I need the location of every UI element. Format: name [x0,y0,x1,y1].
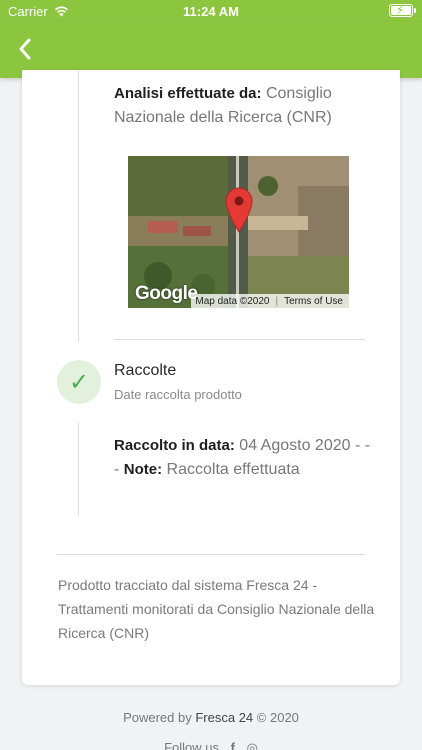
copyright: © 2020 [256,710,299,725]
step-title: Raccolte [114,362,177,379]
follow-us: Follow us f ◎ [0,740,422,750]
analysis-label: Analisi effettuate da: [114,85,262,102]
map-pin-icon[interactable] [224,186,254,234]
instagram-icon[interactable]: ◎ [247,740,258,750]
footer-divider [57,554,365,555]
timeline-connector [78,70,79,342]
back-button[interactable] [10,34,40,64]
note-label: Note: [123,461,163,478]
note-value: Raccolta effettuata [162,461,300,478]
map-view[interactable]: Google Map data ©2020 | Terms of Use [128,156,349,308]
section-divider [114,339,365,340]
harvest-label: Raccolto in data: [114,437,235,454]
traceability-card: Analisi effettuate da: Consiglio Naziona… [22,70,400,685]
terms-of-use-link[interactable]: Terms of Use [284,296,343,307]
powered-by: Powered by Fresca 24 © 2020 [0,710,422,725]
analysis-info: Analisi effettuate da: Consiglio Naziona… [114,82,372,130]
chevron-left-icon [19,38,31,60]
brand-link[interactable]: Fresca 24 [195,710,253,725]
battery-icon: ⚡ [389,3,416,17]
checkmark-icon: ✓ [68,368,90,396]
status-bar: Carrier 11:24 AM ⚡ [0,0,422,22]
charging-bolt-icon: ⚡ [396,3,405,17]
map-data-label: Map data ©2020 [195,295,270,307]
powered-by-label: Powered by [123,710,192,725]
facebook-icon[interactable]: f [231,740,235,750]
step-subtitle: Date raccolta prodotto [114,387,242,402]
clock: 11:24 AM [183,4,239,19]
step-completed-badge: ✓ [57,360,101,404]
tracking-disclaimer: Prodotto tracciato dal sistema Fresca 24… [58,577,375,641]
map-attribution: Map data ©2020 | Terms of Use [191,294,349,308]
google-logo: Google [135,283,198,304]
follow-label: Follow us [164,740,219,750]
harvest-info: Raccolto in data: 04 Agosto 2020 - -- No… [114,434,372,482]
timeline-connector [78,422,79,516]
